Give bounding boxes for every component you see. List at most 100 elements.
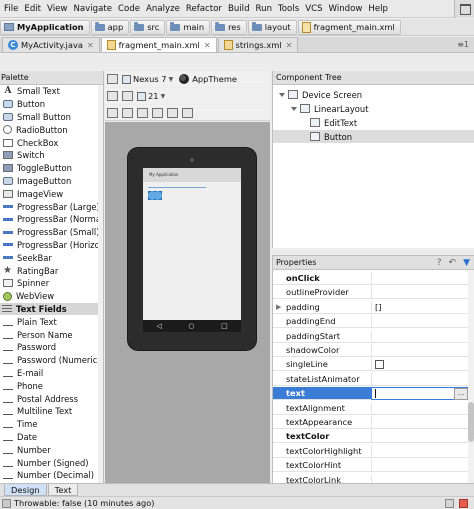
palette-item[interactable]: ToggleButton: [0, 162, 103, 175]
palette-item[interactable]: Small Button: [0, 111, 103, 124]
close-icon[interactable]: ✕: [286, 41, 293, 50]
property-row[interactable]: singleLine: [273, 358, 469, 372]
breadcrumb-item-app[interactable]: app: [90, 19, 130, 35]
error-icon[interactable]: [459, 498, 468, 508]
palette-item[interactable]: Password (Numeric): [0, 354, 103, 367]
menu-tools[interactable]: Tools: [275, 4, 302, 14]
breadcrumb-item-src[interactable]: src: [130, 19, 166, 35]
filter-icon[interactable]: ▼: [463, 256, 470, 270]
palette-section-header[interactable]: Text Fields: [0, 302, 103, 316]
menu-build[interactable]: Build: [225, 4, 253, 14]
canvas-button-selected[interactable]: [148, 191, 162, 200]
property-row[interactable]: stateListAnimator: [273, 372, 469, 386]
help-icon[interactable]: ?: [437, 256, 442, 270]
breadcrumb-item-project[interactable]: MyApplication: [0, 19, 90, 35]
lock-icon[interactable]: [445, 498, 454, 508]
zoom-in-icon[interactable]: [167, 107, 178, 118]
tree-item-edittext[interactable]: EditText: [310, 116, 357, 129]
menu-refactor[interactable]: Refactor: [183, 4, 225, 14]
api-selector[interactable]: 21 ▼: [135, 90, 167, 103]
palette-item[interactable]: ImageView: [0, 187, 103, 200]
palette-item[interactable]: ProgressBar (Horizontal): [0, 239, 103, 252]
palette-item[interactable]: ImageButton: [0, 175, 103, 188]
palette-item[interactable]: Switch: [0, 149, 103, 162]
breadcrumb-item-layout[interactable]: layout: [247, 19, 297, 35]
palette-item[interactable]: ProgressBar (Small): [0, 226, 103, 239]
palette-scrollbar[interactable]: [98, 85, 103, 483]
palette-item[interactable]: Time: [0, 418, 103, 431]
menu-run[interactable]: Run: [253, 4, 275, 14]
zoom-out-icon[interactable]: [182, 107, 193, 118]
property-value[interactable]: [371, 401, 469, 415]
menu-edit[interactable]: Edit: [21, 4, 44, 14]
property-value[interactable]: []: [371, 300, 469, 314]
gravity-icon[interactable]: [137, 107, 148, 118]
expand-arrow-icon[interactable]: [291, 106, 297, 111]
tab-strings[interactable]: strings.xml ✕: [217, 37, 299, 52]
property-row[interactable]: text...: [273, 387, 469, 401]
palette-item[interactable]: Number (Decimal): [0, 469, 103, 482]
property-row[interactable]: textColorHighlight: [273, 444, 469, 458]
property-row[interactable]: outlineProvider: [273, 286, 469, 300]
menu-window[interactable]: Window: [326, 4, 366, 14]
palette-item[interactable]: Number: [0, 443, 103, 456]
palette-item[interactable]: Spinner: [0, 277, 103, 290]
palette-item[interactable]: Multiline Text: [0, 405, 103, 418]
property-row[interactable]: textColor: [273, 430, 469, 444]
palette-item[interactable]: RadioButton: [0, 123, 103, 136]
property-row[interactable]: paddingEnd: [273, 315, 469, 329]
breadcrumb-item-main[interactable]: main: [166, 19, 211, 35]
palette-item[interactable]: E-mail: [0, 367, 103, 380]
undo-icon[interactable]: ↶: [449, 256, 457, 270]
property-value[interactable]: [371, 315, 469, 329]
palette-item[interactable]: Plain Text: [0, 315, 103, 328]
property-value[interactable]: [371, 372, 469, 386]
browse-resource-button[interactable]: ...: [454, 388, 468, 401]
property-value[interactable]: [371, 329, 469, 343]
property-row[interactable]: textAlignment: [273, 401, 469, 415]
margin-icon[interactable]: [152, 107, 163, 118]
menu-code[interactable]: Code: [115, 4, 143, 14]
tab-text[interactable]: Text: [47, 484, 79, 496]
tab-fragment-main[interactable]: fragment_main.xml ✕: [100, 37, 217, 52]
property-row[interactable]: textAppearance: [273, 416, 469, 429]
menu-view[interactable]: View: [44, 4, 70, 14]
palette-item[interactable]: ★ RatingBar: [0, 264, 103, 277]
tree-item-device-screen[interactable]: Device Screen: [279, 88, 362, 101]
layout-width-icon[interactable]: [107, 107, 118, 118]
property-value[interactable]: [371, 430, 469, 444]
properties-scroll-thumb[interactable]: [468, 402, 474, 442]
tab-design[interactable]: Design: [4, 484, 47, 496]
menu-navigate[interactable]: Navigate: [70, 4, 115, 14]
palette-item[interactable]: SeekBar: [0, 251, 103, 264]
property-value[interactable]: [371, 473, 469, 483]
palette-item[interactable]: Postal Address: [0, 392, 103, 405]
property-value[interactable]: ...: [371, 387, 469, 401]
activity-icon[interactable]: [122, 91, 133, 101]
property-value[interactable]: [371, 444, 469, 458]
orientation-icon[interactable]: [107, 91, 118, 101]
palette-item[interactable]: ProgressBar (Large): [0, 200, 103, 213]
palette-item[interactable]: Button: [0, 98, 103, 111]
palette-item[interactable]: Number (Signed): [0, 456, 103, 469]
palette-item[interactable]: A Small Text: [0, 85, 103, 98]
breadcrumb-item-res[interactable]: res: [211, 19, 247, 35]
canvas-edittext[interactable]: [148, 184, 206, 188]
property-value[interactable]: [371, 286, 469, 300]
property-row[interactable]: ▶ padding []: [273, 300, 469, 314]
property-row[interactable]: textColorLink: [273, 473, 469, 483]
expand-arrow-icon[interactable]: [279, 92, 285, 97]
close-icon[interactable]: ✕: [87, 41, 94, 50]
device-selector[interactable]: Nexus 7 ▼: [120, 73, 175, 86]
event-log-icon[interactable]: [2, 498, 11, 508]
single-line-checkbox[interactable]: [375, 360, 384, 370]
menu-help[interactable]: Help: [365, 4, 391, 14]
property-row[interactable]: textColorHint: [273, 459, 469, 473]
menu-file[interactable]: File: [1, 4, 21, 14]
tab-overflow-button[interactable]: ≡1: [452, 37, 474, 52]
palette-item[interactable]: Password: [0, 341, 103, 354]
maximize-icon[interactable]: [454, 0, 474, 18]
close-icon[interactable]: ✕: [204, 41, 211, 50]
properties-scrollbar[interactable]: [468, 270, 474, 483]
property-row[interactable]: shadowColor: [273, 344, 469, 357]
